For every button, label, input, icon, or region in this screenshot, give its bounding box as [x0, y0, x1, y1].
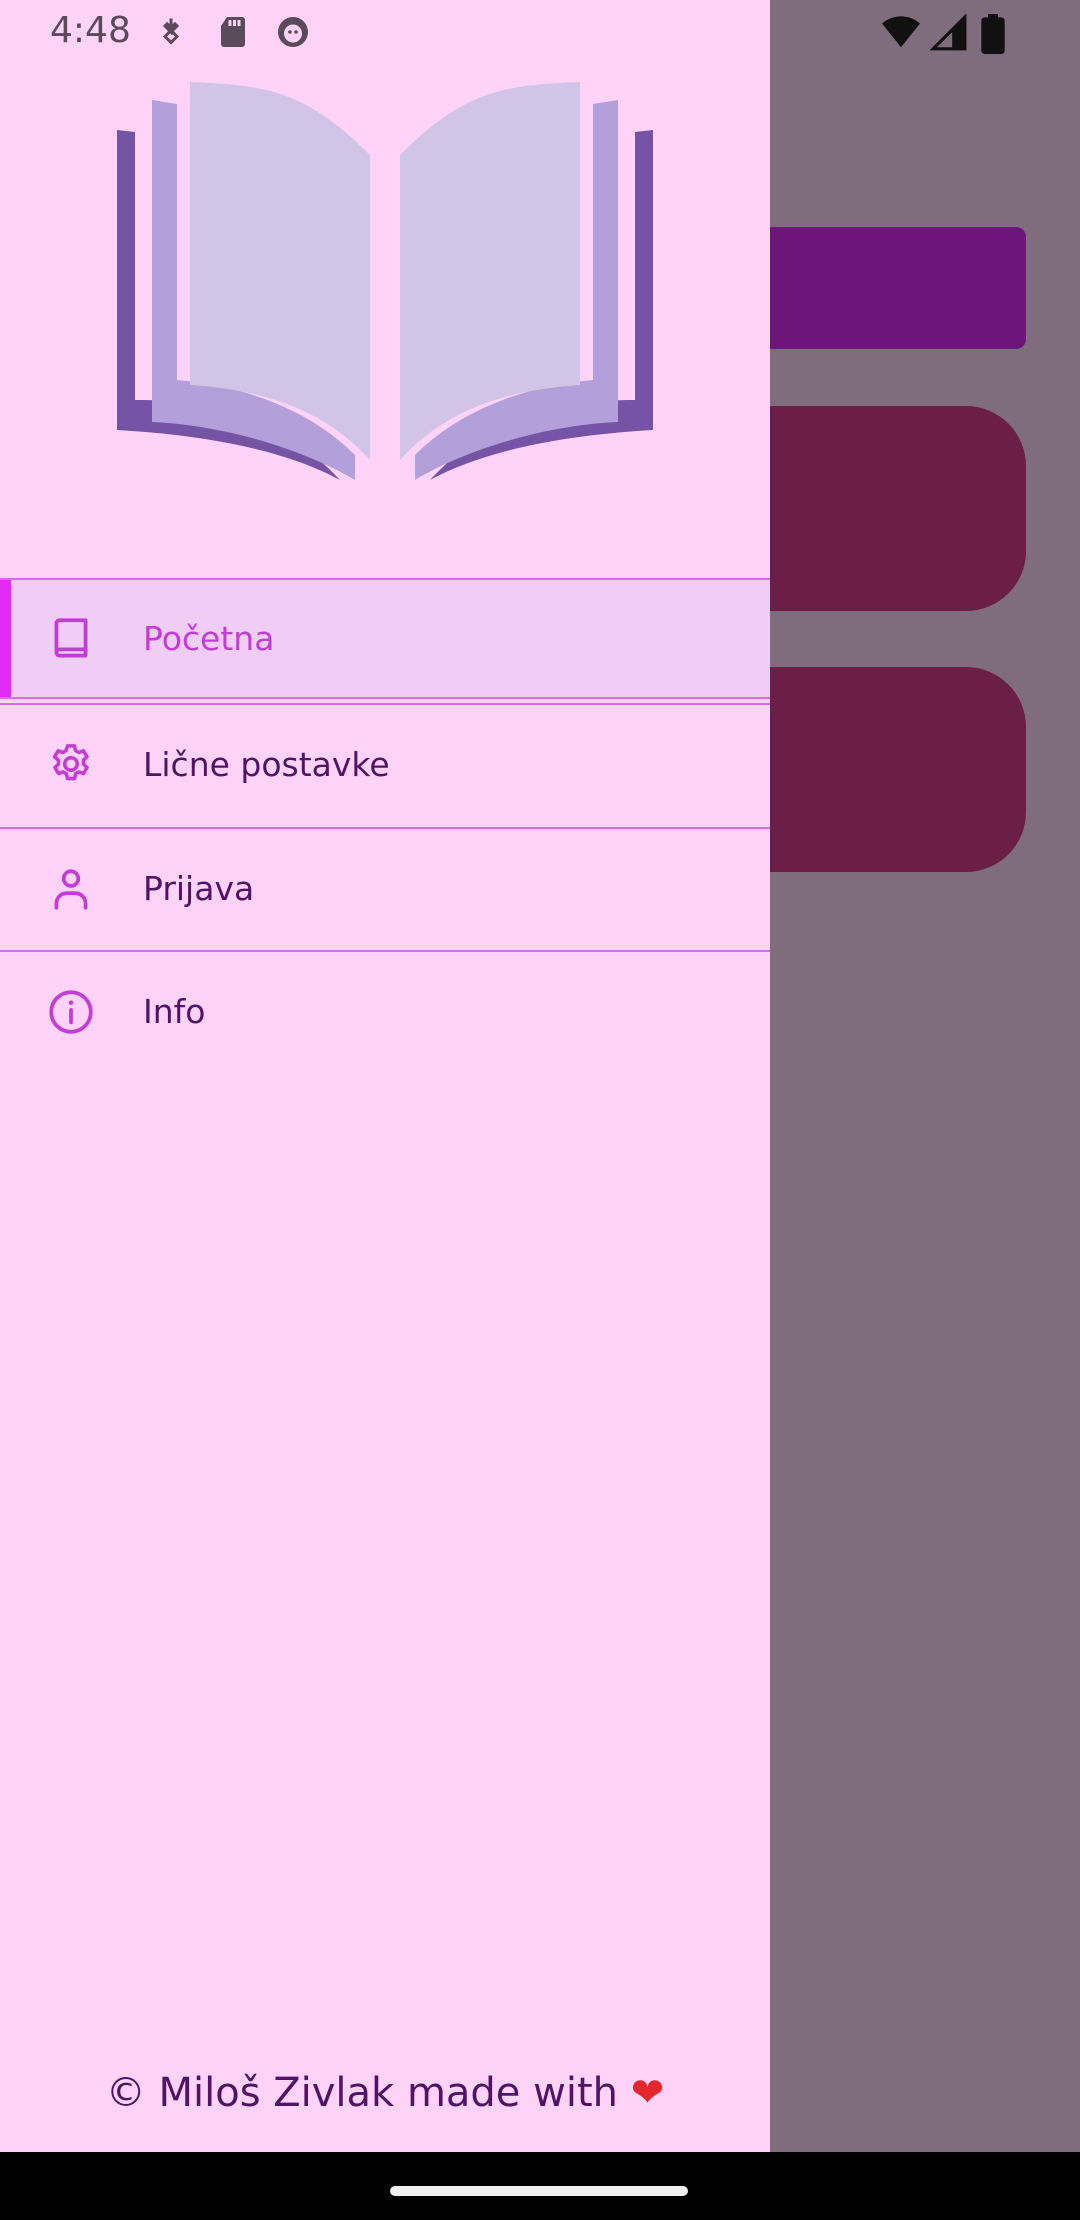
nav-item-pocetna[interactable]: Početna — [0, 578, 770, 699]
nav-item-prijava[interactable]: Prijava — [0, 827, 770, 948]
app-screen: 4:48 Početna Lične postavke Prijava Info… — [0, 0, 1080, 2220]
heart-icon: ❤ — [630, 2070, 665, 2116]
footer-text: © Miloš Zivlak made with — [105, 2070, 618, 2116]
nav-item-label: Info — [143, 992, 206, 1031]
cell-signal-icon — [930, 14, 967, 51]
scrim[interactable] — [770, 0, 1080, 2152]
status-bar: 4:48 — [0, 0, 1080, 66]
nav-item-licne-postavke[interactable]: Lične postavke — [0, 703, 770, 824]
download-icon — [162, 18, 180, 45]
open-book-logo — [117, 82, 653, 480]
wifi-icon — [882, 16, 920, 48]
nav-item-label: Lične postavke — [143, 745, 390, 784]
nav-item-label: Prijava — [143, 869, 255, 908]
info-icon — [49, 989, 93, 1034]
footer: © Miloš Zivlak made with ❤ — [0, 2070, 770, 2116]
navigation-drawer: Početna Lične postavke Prijava Info © Mi… — [0, 0, 770, 2152]
person-icon — [54, 868, 88, 910]
system-navigation-bar — [0, 2152, 1080, 2220]
sd-card-icon — [221, 17, 245, 47]
book-icon — [54, 617, 88, 658]
android-debug-icon — [278, 17, 308, 47]
home-gesture-handle[interactable] — [390, 2186, 688, 2196]
battery-icon — [981, 14, 1005, 54]
nav-item-label: Početna — [143, 619, 275, 658]
nav-item-info[interactable]: Info — [0, 950, 770, 1071]
status-time: 4:48 — [50, 10, 131, 51]
gear-icon — [52, 743, 89, 780]
